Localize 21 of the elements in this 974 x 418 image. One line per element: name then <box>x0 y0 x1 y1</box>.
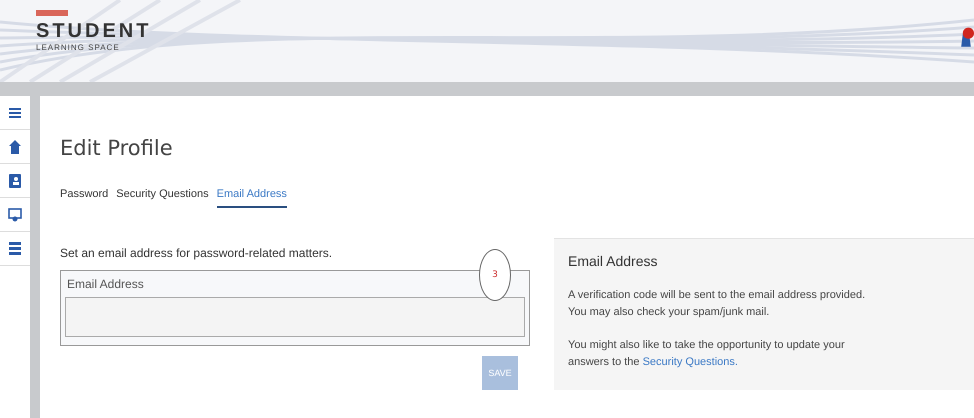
step-marker: 3 <box>479 249 511 301</box>
security-questions-link[interactable]: Security Questions. <box>642 356 738 368</box>
bell-icon[interactable] <box>958 26 974 50</box>
tab[interactable]: Security Questions <box>116 188 209 208</box>
menu-icon <box>9 106 21 118</box>
info-title: Email Address <box>568 253 658 269</box>
monitor-icon <box>8 208 22 222</box>
tab[interactable]: Password <box>60 188 108 208</box>
logo-title: STUDENT <box>36 20 146 43</box>
tab[interactable]: Email Address <box>216 188 287 208</box>
home-icon <box>9 140 21 154</box>
field-label: Email Address <box>67 277 145 291</box>
info-paragraph: A verification code will be sent to the email address provided. You may also check your spam/junk mail. <box>568 288 866 320</box>
email-input-field[interactable] <box>65 297 525 337</box>
contact-card-icon <box>9 174 21 188</box>
logo-mark <box>36 10 68 16</box>
info-paragraph: You might also like to take the opportunity to update your answers to the Security Questions. <box>568 338 846 370</box>
instruction-text: Set an email address for password-related matters. <box>60 246 334 260</box>
logo-subtitle: LEARNING SPACE <box>36 43 121 52</box>
list-icon <box>9 240 21 256</box>
page-title: Edit Profile <box>60 136 174 160</box>
